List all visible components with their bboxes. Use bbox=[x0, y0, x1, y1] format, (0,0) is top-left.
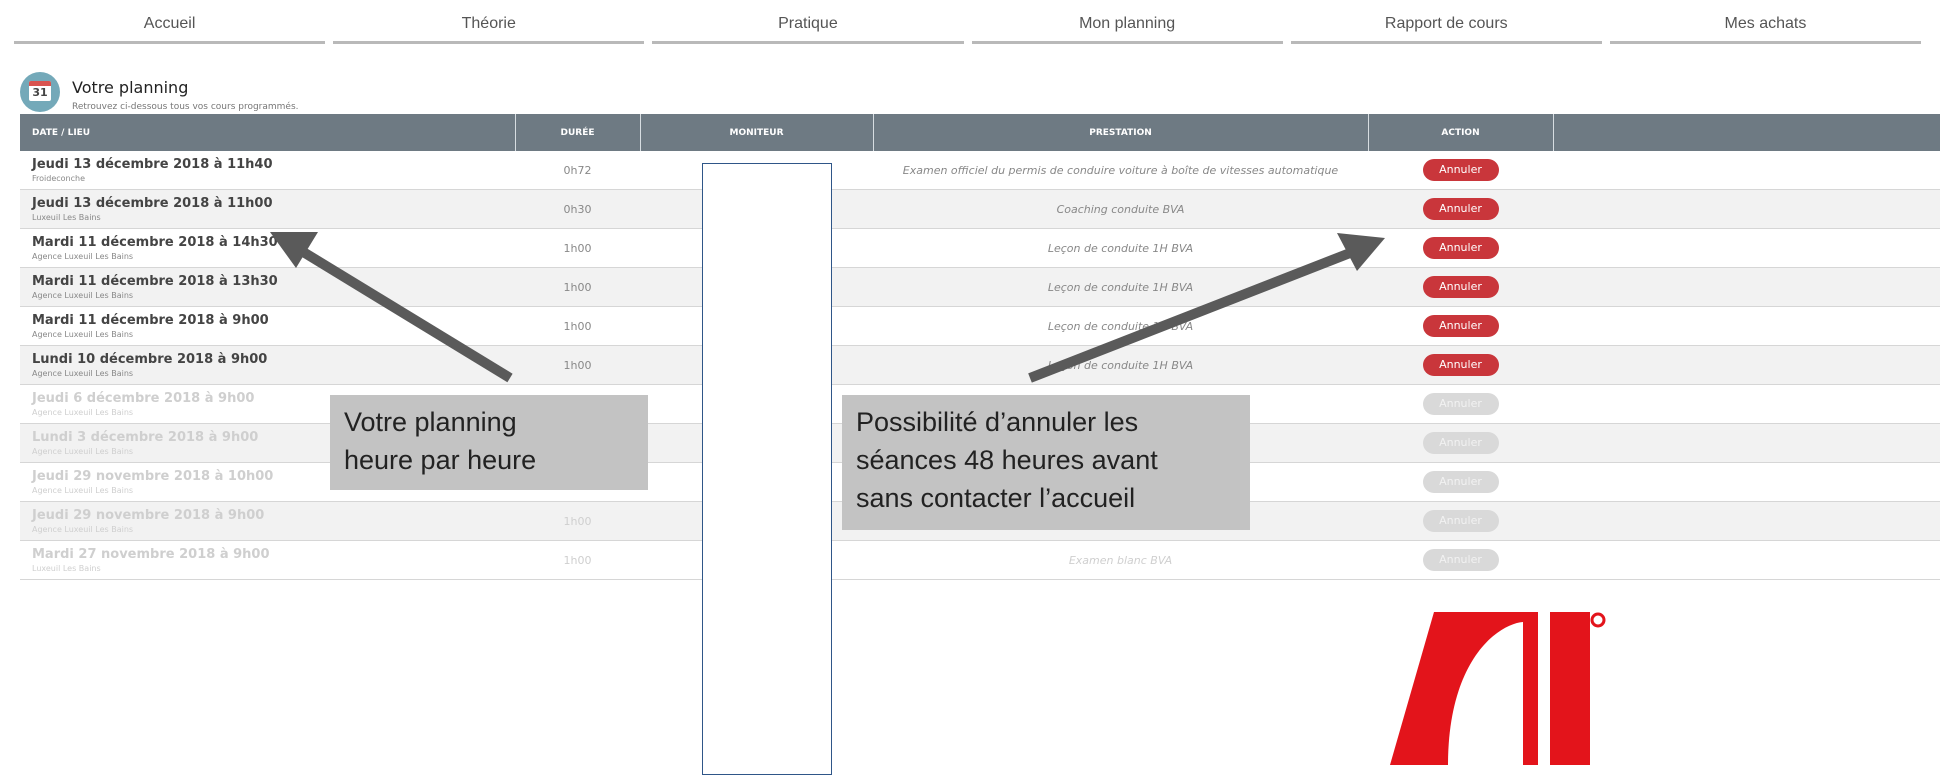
callout-planning: Votre planning heure par heure bbox=[330, 395, 648, 490]
brand-logo bbox=[1390, 612, 1606, 765]
callout-annuler-line3: sans contacter l’accueil bbox=[856, 483, 1136, 513]
callout-annuler-line2: séances 48 heures avant bbox=[856, 445, 1158, 475]
callout-annuler: Possibilité d’annuler les séances 48 heu… bbox=[842, 395, 1250, 530]
arrow-left bbox=[270, 232, 513, 383]
arrow-right bbox=[1028, 233, 1385, 383]
callout-planning-line1: Votre planning bbox=[344, 407, 517, 437]
callout-annuler-line1: Possibilité d’annuler les bbox=[856, 407, 1139, 437]
callout-planning-line2: heure par heure bbox=[344, 445, 537, 475]
